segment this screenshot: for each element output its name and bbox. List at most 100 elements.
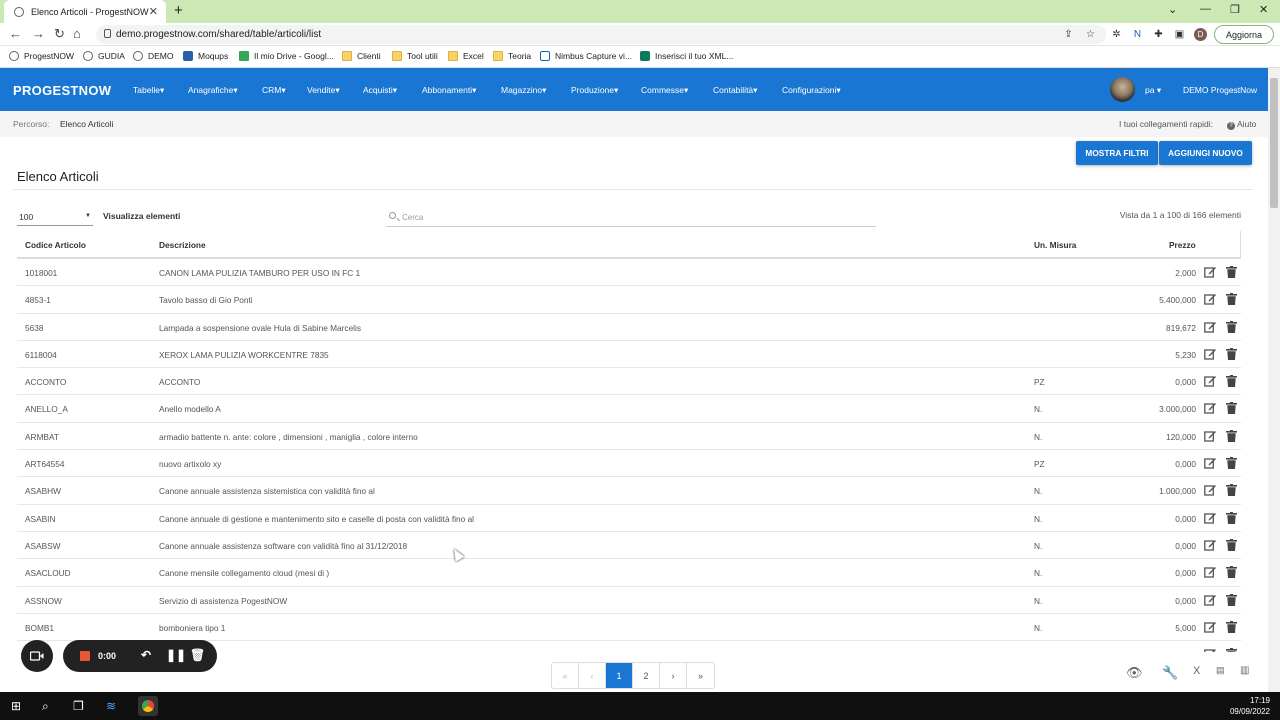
last-page-button[interactable]: » [687, 663, 714, 688]
bookmark-item[interactable]: Moqups [183, 51, 228, 61]
new-tab-icon[interactable]: + [174, 2, 183, 19]
trash-icon[interactable] [1226, 484, 1237, 497]
edit-icon[interactable] [1204, 375, 1216, 387]
bookmark-item[interactable]: Inserisci il tuo XML... [640, 51, 733, 61]
table-row[interactable]: ASABSW Canone annuale assistenza software… [17, 532, 1241, 560]
restore-icon[interactable]: ❐ [1230, 3, 1240, 16]
extension-icon[interactable]: ✲ [1110, 28, 1123, 41]
table-row[interactable]: 5638 Lampada a sospensione ovale Hula di … [17, 314, 1241, 341]
windows-start-icon[interactable]: ⊞ [11, 699, 21, 713]
next-page-button[interactable]: › [660, 663, 687, 688]
trash-icon[interactable] [1226, 593, 1237, 606]
menu-abbonamenti[interactable]: Abbonamenti▾ [422, 85, 476, 96]
trash-icon[interactable] [1226, 293, 1237, 306]
page-1-button[interactable]: 1 [606, 663, 633, 688]
bookmark-star-icon[interactable]: ☆ [1084, 28, 1097, 41]
wifi-icon[interactable]: ≋ [106, 699, 116, 713]
menu-magazzino[interactable]: Magazzino▾ [501, 85, 546, 96]
user-menu[interactable]: pa ▾ [1145, 85, 1161, 96]
header-code[interactable]: Codice Articolo [25, 240, 86, 250]
header-price[interactable]: Prezzo [1169, 240, 1196, 250]
reload-icon[interactable]: ↻ [54, 26, 65, 42]
delete-icon[interactable]: 🗑 [190, 648, 205, 662]
table-row[interactable]: ART64554 nuovo artixolo xy PZ 0,000 [17, 450, 1241, 478]
bookmark-item[interactable]: Clienti [342, 51, 381, 61]
trash-icon[interactable] [1226, 538, 1237, 551]
trash-icon[interactable] [1226, 511, 1237, 524]
first-page-button[interactable]: « [552, 663, 579, 688]
wrench-icon[interactable]: 🔧 [1162, 665, 1178, 681]
home-icon[interactable]: ⌂ [73, 26, 81, 41]
table-row[interactable]: 6118004 XEROX LAMA PULIZIA WORKCENTRE 783… [17, 341, 1241, 369]
show-filters-button[interactable]: MOSTRA FILTRI [1076, 141, 1158, 165]
breadcrumb-current[interactable]: Elenco Articoli [60, 119, 113, 129]
trash-icon[interactable] [1226, 402, 1237, 415]
tab-close-icon[interactable]: ✕ [149, 5, 158, 18]
browser-menu-icon[interactable]: ⋮ [1276, 28, 1280, 41]
tab-search-icon[interactable]: ⌄ [1168, 3, 1177, 16]
columns-visibility-icon[interactable]: 👁 [1126, 665, 1143, 681]
edit-icon[interactable] [1204, 648, 1216, 652]
bookmark-item[interactable]: Tool utili [392, 51, 438, 61]
back-icon[interactable]: ← [9, 26, 22, 41]
page-size-select[interactable]: 100 ▼ [17, 209, 93, 226]
chrome-taskbar-icon[interactable] [138, 696, 158, 716]
edit-icon[interactable] [1204, 566, 1216, 578]
edit-icon[interactable] [1204, 457, 1216, 469]
edit-icon[interactable] [1204, 539, 1216, 551]
app-logo[interactable]: PROGESTNOW [13, 83, 111, 98]
csv-export-icon[interactable]: ▤ [1216, 665, 1225, 676]
bookmark-item[interactable]: Nimbus Capture vi... [540, 51, 632, 61]
table-row[interactable]: ARMBAT armadio battente n. ante: colore ,… [17, 423, 1241, 451]
browser-tab[interactable]: Elenco Articoli - ProgestNOW ✕ [4, 0, 166, 23]
scrollbar-thumb[interactable] [1270, 78, 1278, 208]
prev-page-button[interactable]: ‹ [579, 663, 606, 688]
search-icon[interactable]: ⌕ [42, 699, 49, 714]
stop-recording-button[interactable] [80, 651, 90, 661]
table-row[interactable]: ASABIN Canone annuale di gestione e mante… [17, 505, 1241, 532]
task-view-icon[interactable]: ❐ [73, 699, 84, 713]
page-2-button[interactable]: 2 [633, 663, 660, 688]
edit-icon[interactable] [1204, 402, 1216, 415]
table-row[interactable]: ASABHW Canone annuale assistenza sistemis… [17, 477, 1241, 505]
address-bar[interactable]: demo.progestnow.com/shared/table/articol… [96, 25, 1106, 44]
add-new-button[interactable]: AGGIUNGI NUOVO [1159, 141, 1252, 165]
undo-icon[interactable]: ↶ [141, 648, 151, 662]
trash-icon[interactable] [1226, 266, 1237, 278]
camera-button[interactable] [21, 640, 53, 672]
table-row[interactable]: BOMB1 bomboniera tipo 1 N. 5,000 [17, 614, 1241, 642]
forward-icon[interactable]: → [32, 26, 45, 41]
user-avatar[interactable] [1110, 77, 1135, 102]
nimbus-extension-icon[interactable]: N [1131, 28, 1144, 41]
header-description[interactable]: Descrizione [159, 240, 206, 250]
pause-icon[interactable]: ❚❚ [166, 648, 186, 662]
trash-icon[interactable] [1226, 429, 1237, 442]
table-row[interactable]: ASSNOW Servizio di assistenza PogestNOW N.… [17, 587, 1241, 614]
trash-icon[interactable] [1226, 566, 1237, 579]
table-row[interactable]: 4853-1 Tavolo basso di Gio Ponti 5.400,000 [17, 286, 1241, 314]
profile-avatar[interactable]: D [1194, 28, 1207, 41]
trash-icon[interactable] [1226, 347, 1237, 360]
window-close-icon[interactable]: ✕ [1259, 3, 1268, 16]
help-link[interactable]: ? Aiuto [1227, 119, 1256, 130]
bookmark-item[interactable]: Excel [448, 51, 484, 61]
header-unit[interactable]: Un. Misura [1034, 240, 1076, 250]
search-input[interactable]: Cerca [386, 209, 876, 227]
edit-icon[interactable] [1204, 621, 1216, 633]
bookmark-item[interactable]: Teoria [493, 51, 531, 61]
trash-icon[interactable] [1226, 320, 1237, 333]
edit-icon[interactable] [1204, 484, 1216, 497]
extensions-puzzle-icon[interactable]: ✚ [1152, 28, 1165, 41]
trash-icon[interactable] [1226, 620, 1237, 633]
trash-icon[interactable] [1226, 457, 1237, 470]
edit-icon[interactable] [1204, 512, 1216, 524]
menu-acquisti[interactable]: Acquisti▾ [363, 85, 397, 96]
edit-icon[interactable] [1204, 430, 1216, 442]
update-button[interactable]: Aggiorna [1214, 25, 1274, 44]
excel-export-icon[interactable]: X [1193, 665, 1200, 677]
table-row[interactable]: ANELLO_A Anello modello A N. 3.000,000 [17, 395, 1241, 423]
system-clock[interactable]: 17:19 09/09/2022 [1230, 695, 1270, 717]
table-row[interactable]: ACCONTO ACCONTO PZ 0,000 [17, 368, 1241, 396]
menu-crm[interactable]: CRM▾ [262, 85, 286, 96]
menu-commesse[interactable]: Commesse▾ [641, 85, 688, 96]
